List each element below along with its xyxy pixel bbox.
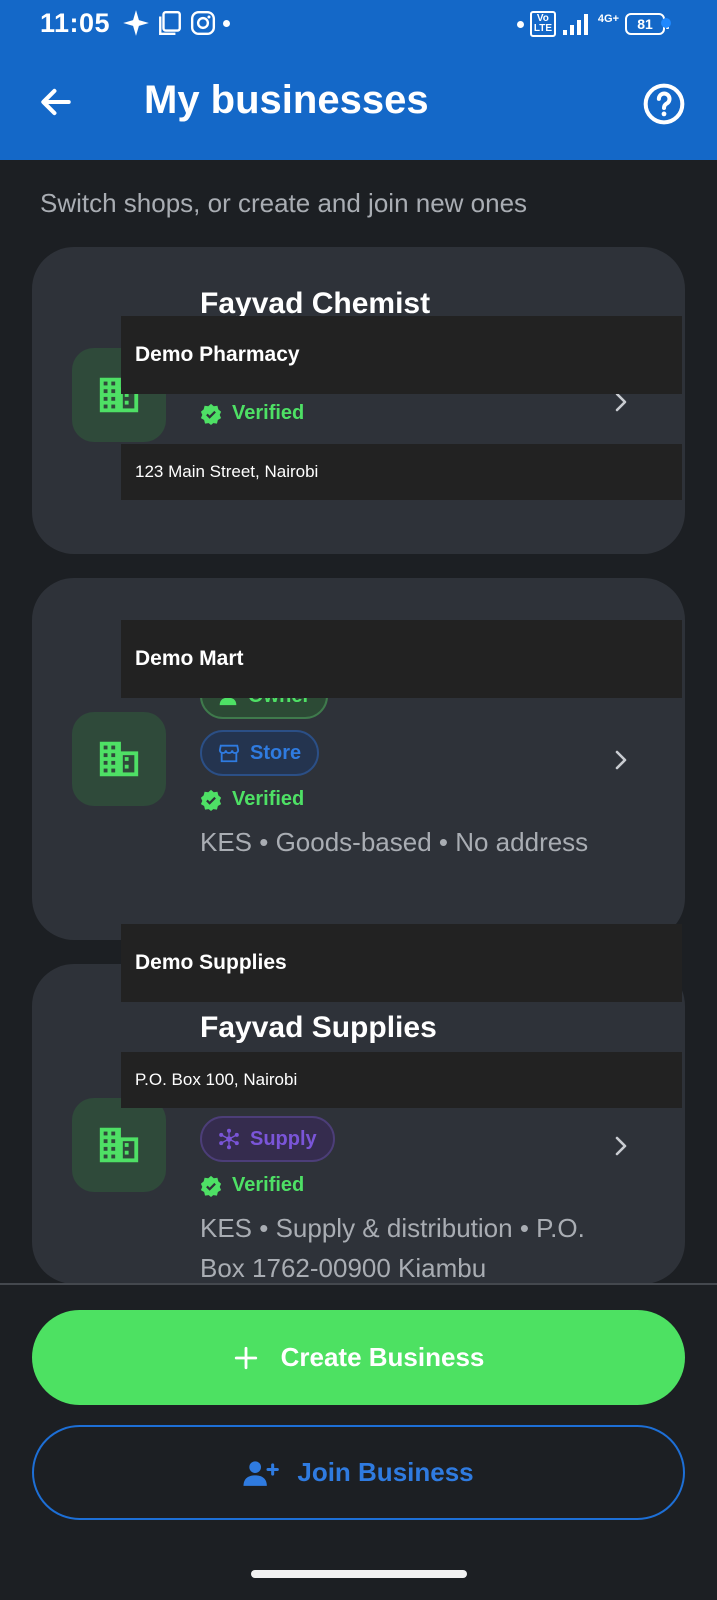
battery-level: 81 <box>637 16 653 32</box>
verified-badge: Verified <box>200 402 304 425</box>
dot-icon <box>223 19 230 27</box>
volte-icon: Vo LTE <box>529 11 556 37</box>
business-title: Fayvad Supplies <box>200 1011 437 1044</box>
type-chip-supply: Supply <box>200 1116 335 1162</box>
sparkle-icon <box>123 10 149 36</box>
business-meta: KES • Supply & distribution • P.O. Box 1… <box>200 1213 585 1283</box>
business-name-overlay: Demo Pharmacy <box>121 316 682 394</box>
business-avatar <box>72 712 166 806</box>
status-icons-left <box>122 8 230 38</box>
business-avatar <box>72 1098 166 1192</box>
network-type: 4G+ <box>597 13 619 25</box>
chevron-right-icon <box>615 1136 627 1156</box>
help-circle-icon <box>643 83 685 125</box>
business-address-overlay: 123 Main Street, Nairobi <box>121 444 682 500</box>
app-bar: My businesses <box>0 50 717 160</box>
building-icon <box>99 1127 139 1163</box>
business-card[interactable]: Fayvad Supplies Supply Verified KES • Su… <box>32 964 685 1284</box>
add-person-icon <box>243 1460 280 1486</box>
network-icon <box>219 1128 239 1150</box>
join-business-label: Join Business <box>297 1457 474 1487</box>
screenshot-icon <box>159 10 181 36</box>
business-address-overlay: P.O. Box 100, Nairobi <box>121 1052 682 1108</box>
status-time: 11:05 <box>40 8 111 38</box>
verified-check-icon <box>200 1175 222 1197</box>
status-icons-right: Vo LTE 4G+ 81 <box>516 9 669 39</box>
verified-label: Verified <box>232 1174 305 1196</box>
chip-label: Supply <box>250 1127 317 1150</box>
business-name-overlay: Demo Supplies <box>121 924 682 1002</box>
verified-badge: Verified <box>200 788 304 811</box>
verified-label: Verified <box>232 402 305 424</box>
chip-label: Store <box>250 741 302 764</box>
bottom-actions: Create Business Join Business <box>0 1285 717 1600</box>
instagram-icon <box>190 10 216 36</box>
verified-check-icon <box>200 789 222 811</box>
building-icon <box>99 741 139 777</box>
help-button[interactable] <box>641 81 687 127</box>
business-meta: KES • Goods-based • No address <box>200 827 589 857</box>
create-business-button[interactable]: Create Business <box>32 1310 685 1405</box>
signal-icon <box>562 14 588 35</box>
chevron-right-icon <box>615 750 627 770</box>
business-card[interactable]: Fayvad Chemist Verified <box>32 247 685 554</box>
verified-badge: Verified <box>200 1174 304 1197</box>
plus-icon <box>234 1346 257 1369</box>
verified-label: Verified <box>232 788 305 810</box>
back-button[interactable] <box>34 80 78 124</box>
notification-dot <box>661 18 671 28</box>
type-chip-store: Store <box>200 730 320 776</box>
store-icon <box>218 744 240 763</box>
arrow-left-icon <box>41 88 71 116</box>
status-bar: 11:05 Vo LTE 4G+ 81 <box>0 0 717 50</box>
page-subtitle: Switch shops, or create and join new one… <box>40 188 528 218</box>
battery-icon: 81 <box>625 13 669 35</box>
page-title: My businesses <box>144 78 429 122</box>
join-business-button[interactable]: Join Business <box>32 1425 685 1520</box>
dot-icon <box>516 20 524 28</box>
create-business-label: Create Business <box>280 1342 485 1372</box>
home-indicator[interactable] <box>251 1570 467 1578</box>
verified-check-icon <box>200 403 222 425</box>
business-name-overlay: Demo Mart <box>121 620 682 698</box>
